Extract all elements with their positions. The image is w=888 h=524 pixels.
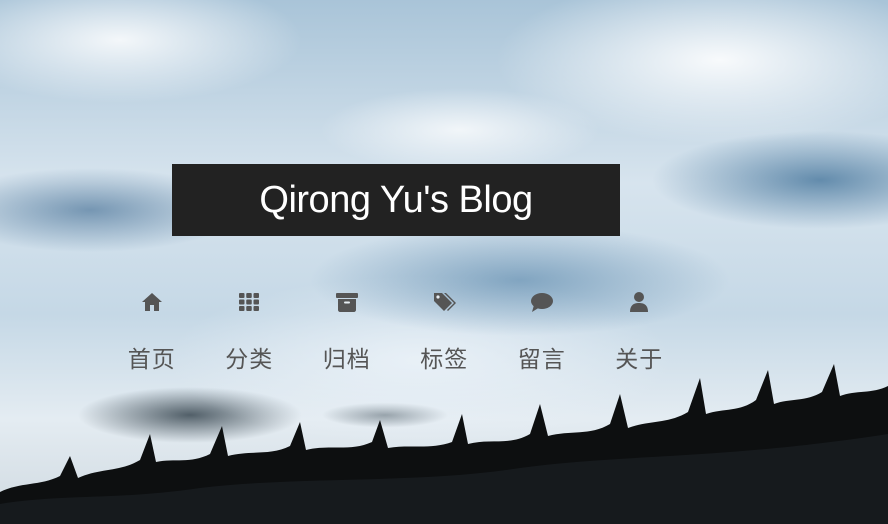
nav-item-categories[interactable]: 分类 — [201, 288, 299, 378]
nav-item-archives[interactable]: 归档 — [298, 288, 396, 378]
archive-icon — [335, 290, 359, 314]
tags-icon — [432, 290, 457, 314]
site-title[interactable]: Qirong Yu's Blog — [259, 179, 533, 222]
nav-label-tags: 标签 — [420, 347, 469, 373]
hero-background — [0, 0, 888, 524]
nav-label-guestbook: 留言 — [517, 347, 566, 373]
grass-silhouette — [0, 364, 888, 524]
comment-icon — [530, 290, 554, 314]
home-icon — [140, 290, 164, 314]
nav-item-tags[interactable]: 标签 — [396, 288, 494, 378]
nav-label-about: 关于 — [615, 347, 664, 373]
nav-item-about[interactable]: 关于 — [591, 288, 689, 378]
nav-item-home[interactable]: 首页 — [103, 288, 201, 378]
user-icon — [627, 290, 651, 314]
site-title-box[interactable]: Qirong Yu's Blog — [172, 164, 620, 236]
main-nav: 首页 分类 归档 标签 留言 关于 — [103, 288, 688, 378]
nav-label-home: 首页 — [127, 347, 176, 373]
nav-label-categories: 分类 — [225, 347, 274, 373]
grid-icon — [237, 290, 261, 314]
nav-item-guestbook[interactable]: 留言 — [493, 288, 591, 378]
nav-label-archives: 归档 — [322, 347, 371, 373]
